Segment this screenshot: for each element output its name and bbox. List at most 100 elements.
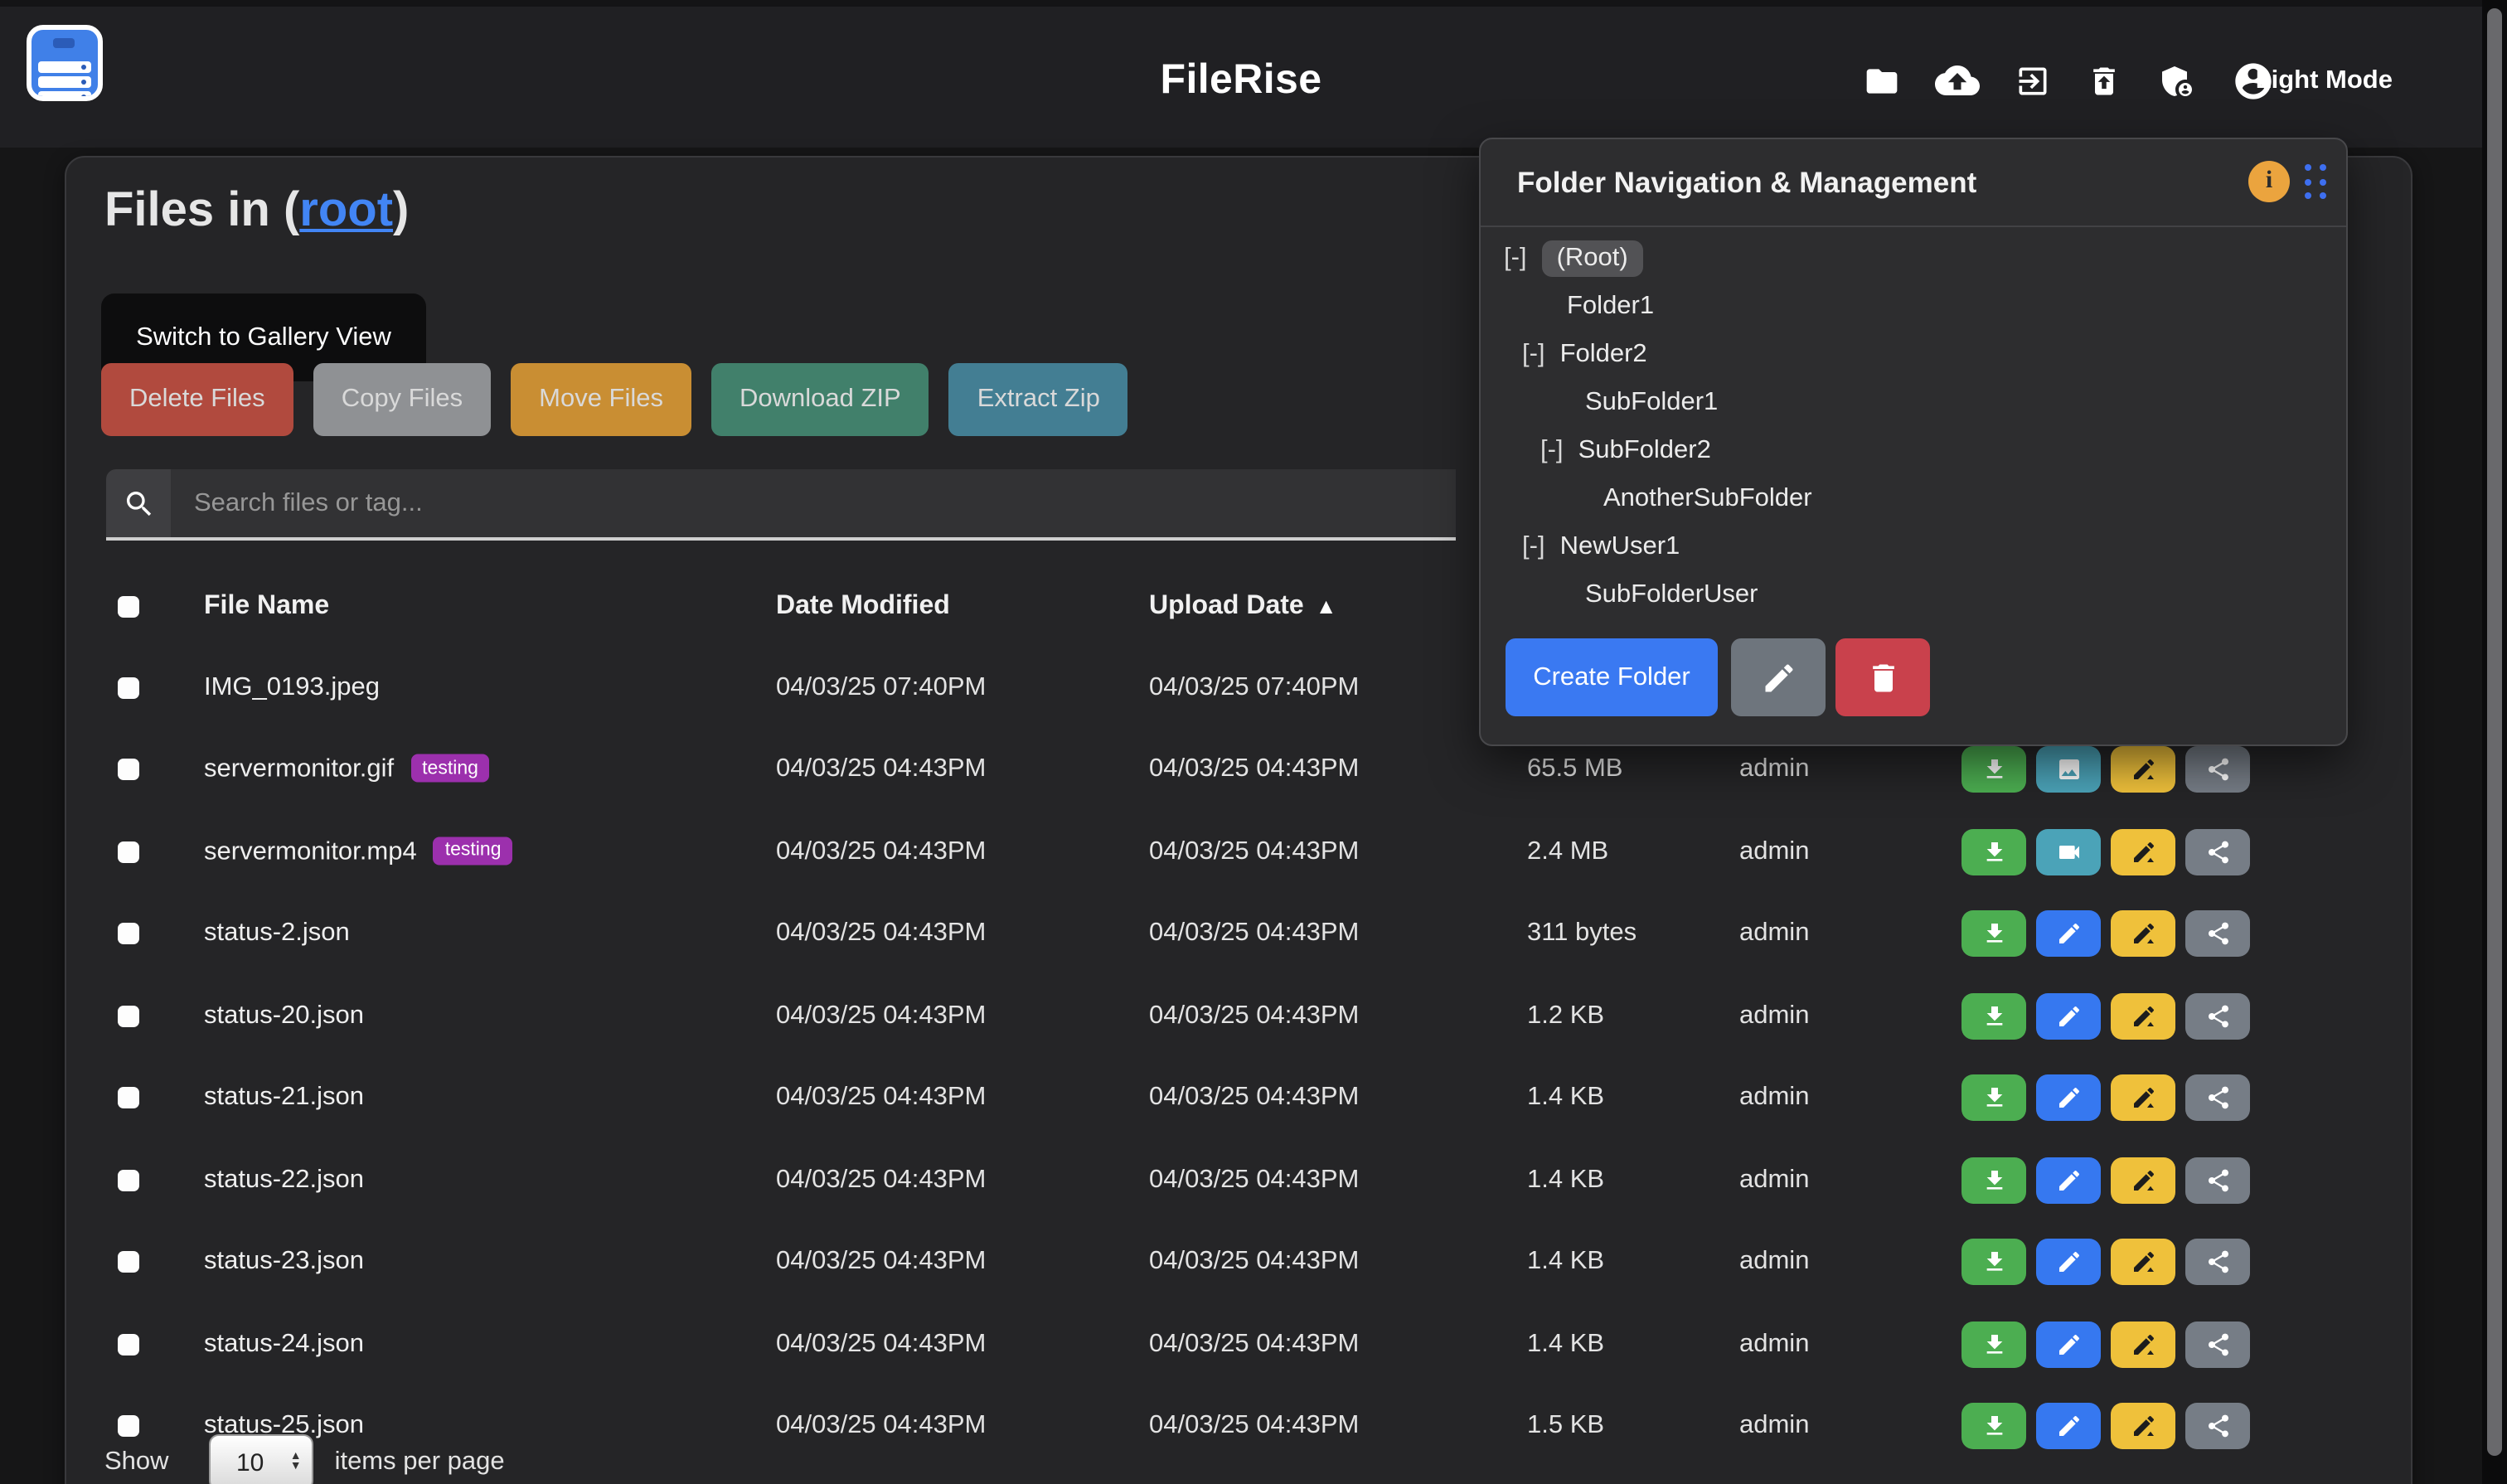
info-icon[interactable]: i <box>2248 161 2290 202</box>
row-checkbox[interactable] <box>118 841 139 863</box>
theme-toggle-button[interactable]: Light Mode <box>2246 7 2403 154</box>
table-row[interactable]: status-22.json04/03/25 04:43PM04/03/25 0… <box>66 1139 2411 1221</box>
tree-item-anothersubfolder[interactable]: AnotherSubFolder <box>1481 474 2346 522</box>
tree-collapse-toggle[interactable]: [-] <box>1522 531 1545 561</box>
extract-zip-button[interactable]: Extract Zip <box>949 363 1128 436</box>
rename-button[interactable] <box>2111 1322 2175 1368</box>
rename-button[interactable] <box>2111 1075 2175 1122</box>
share-icon <box>2204 839 2231 866</box>
rename-button[interactable] <box>2111 829 2175 875</box>
row-checkbox[interactable] <box>118 1252 139 1273</box>
rename-folder-button[interactable] <box>1731 638 1826 716</box>
download-button[interactable] <box>1961 829 2026 875</box>
share-button[interactable] <box>2185 1075 2250 1122</box>
app-logo-icon[interactable] <box>27 25 103 101</box>
download-button[interactable] <box>1961 1322 2026 1368</box>
row-checkbox[interactable] <box>118 677 139 699</box>
rename-button[interactable] <box>2111 911 2175 958</box>
tree-item-root[interactable]: [-](Root) <box>1481 234 2346 282</box>
upload-date: 04/03/25 04:43PM <box>1149 1166 1359 1195</box>
tree-collapse-toggle[interactable]: [-] <box>1504 243 1527 273</box>
move-files-button[interactable]: Move Files <box>511 363 691 436</box>
delete-folder-button[interactable] <box>1835 638 1930 716</box>
copy-files-button[interactable]: Copy Files <box>313 363 491 436</box>
download-zip-button[interactable]: Download ZIP <box>711 363 929 436</box>
rename-button[interactable] <box>2111 747 2175 793</box>
edit-file-button[interactable] <box>2036 1322 2101 1368</box>
rename-button[interactable] <box>2111 993 2175 1040</box>
tree-item-folder1[interactable]: Folder1 <box>1481 282 2346 330</box>
download-button[interactable] <box>1961 1075 2026 1122</box>
preview-video-button[interactable] <box>2036 829 2101 875</box>
download-button[interactable] <box>1961 911 2026 958</box>
share-button[interactable] <box>2185 1404 2250 1450</box>
table-row[interactable]: status-23.json04/03/25 04:43PM04/03/25 0… <box>66 1221 2411 1303</box>
tree-item-subfolderuser[interactable]: SubFolderUser <box>1481 570 2346 618</box>
uploader: admin <box>1739 1330 1809 1360</box>
rename-button[interactable] <box>2111 1239 2175 1286</box>
download-button[interactable] <box>1961 1157 2026 1204</box>
table-row[interactable]: status-24.json04/03/25 04:43PM04/03/25 0… <box>66 1303 2411 1385</box>
uploader: admin <box>1739 837 1809 867</box>
scrollbar-thumb[interactable] <box>2487 8 2502 1456</box>
table-row[interactable]: status-20.json04/03/25 04:43PM04/03/25 0… <box>66 975 2411 1057</box>
logout-button[interactable] <box>2015 62 2051 99</box>
tree-item-subfolder1[interactable]: SubFolder1 <box>1481 378 2346 426</box>
row-checkbox[interactable] <box>118 1334 139 1355</box>
column-header-date-modified[interactable]: Date Modified <box>776 592 950 622</box>
delete-files-button[interactable]: Delete Files <box>101 363 293 436</box>
tree-item-subfolder2[interactable]: [-]SubFolder2 <box>1481 426 2346 474</box>
edit-file-button[interactable] <box>2036 1404 2101 1450</box>
search-input[interactable] <box>171 469 1456 537</box>
create-folder-button[interactable]: Create Folder <box>1506 638 1718 716</box>
root-breadcrumb-link[interactable]: root <box>299 184 393 237</box>
column-header-upload-date[interactable]: Upload Date▲ <box>1149 592 1336 622</box>
row-checkbox[interactable] <box>118 924 139 945</box>
items-per-page-select[interactable]: 10 ▲▼ <box>209 1434 313 1484</box>
download-icon <box>1981 1167 2007 1194</box>
edit-file-button[interactable] <box>2036 911 2101 958</box>
header-bar: FileRise Light Mode <box>0 0 2482 148</box>
table-row[interactable]: status-2.json04/03/25 04:43PM04/03/25 04… <box>66 893 2411 975</box>
table-row[interactable]: servermonitor.mp4testing04/03/25 04:43PM… <box>66 811 2411 893</box>
share-button[interactable] <box>2185 911 2250 958</box>
share-button[interactable] <box>2185 1322 2250 1368</box>
upload-button[interactable] <box>1935 58 1980 103</box>
share-button[interactable] <box>2185 993 2250 1040</box>
upload-date-label: Upload Date <box>1149 592 1304 620</box>
download-button[interactable] <box>1961 1404 2026 1450</box>
table-row[interactable]: status-21.json04/03/25 04:43PM04/03/25 0… <box>66 1057 2411 1139</box>
share-button[interactable] <box>2185 829 2250 875</box>
edit-file-button[interactable] <box>2036 1075 2101 1122</box>
row-checkbox[interactable] <box>118 1088 139 1109</box>
download-button[interactable] <box>1961 747 2026 793</box>
rename-button[interactable] <box>2111 1157 2175 1204</box>
select-all-checkbox[interactable] <box>118 596 139 618</box>
tree-collapse-toggle[interactable]: [-] <box>1522 339 1545 369</box>
file-name: servermonitor.mp4 <box>204 837 417 866</box>
restore-trash-button[interactable] <box>2086 62 2122 99</box>
preview-image-button[interactable] <box>2036 747 2101 793</box>
tree-item-newuser1[interactable]: [-]NewUser1 <box>1481 522 2346 570</box>
items-per-page-label: items per page <box>335 1448 505 1477</box>
tree-item-folder2[interactable]: [-]Folder2 <box>1481 330 2346 378</box>
share-button[interactable] <box>2185 1239 2250 1286</box>
download-button[interactable] <box>1961 1239 2026 1286</box>
row-checkbox[interactable] <box>118 1170 139 1191</box>
tree-collapse-toggle[interactable]: [-] <box>1540 435 1564 465</box>
row-checkbox[interactable] <box>118 1006 139 1027</box>
download-button[interactable] <box>1961 993 2026 1040</box>
logo-bar <box>38 76 91 87</box>
open-folder-button[interactable] <box>1864 62 1900 99</box>
share-button[interactable] <box>2185 1157 2250 1204</box>
edit-file-button[interactable] <box>2036 1239 2101 1286</box>
rename-button[interactable] <box>2111 1404 2175 1450</box>
edit-file-button[interactable] <box>2036 1157 2101 1204</box>
admin-settings-button[interactable] <box>2157 61 2197 100</box>
row-checkbox[interactable] <box>118 759 139 781</box>
share-button[interactable] <box>2185 747 2250 793</box>
rename-icon <box>2130 1249 2156 1276</box>
column-header-file-name[interactable]: File Name <box>204 592 329 622</box>
drag-handle-icon[interactable] <box>2305 164 2325 199</box>
edit-file-button[interactable] <box>2036 993 2101 1040</box>
